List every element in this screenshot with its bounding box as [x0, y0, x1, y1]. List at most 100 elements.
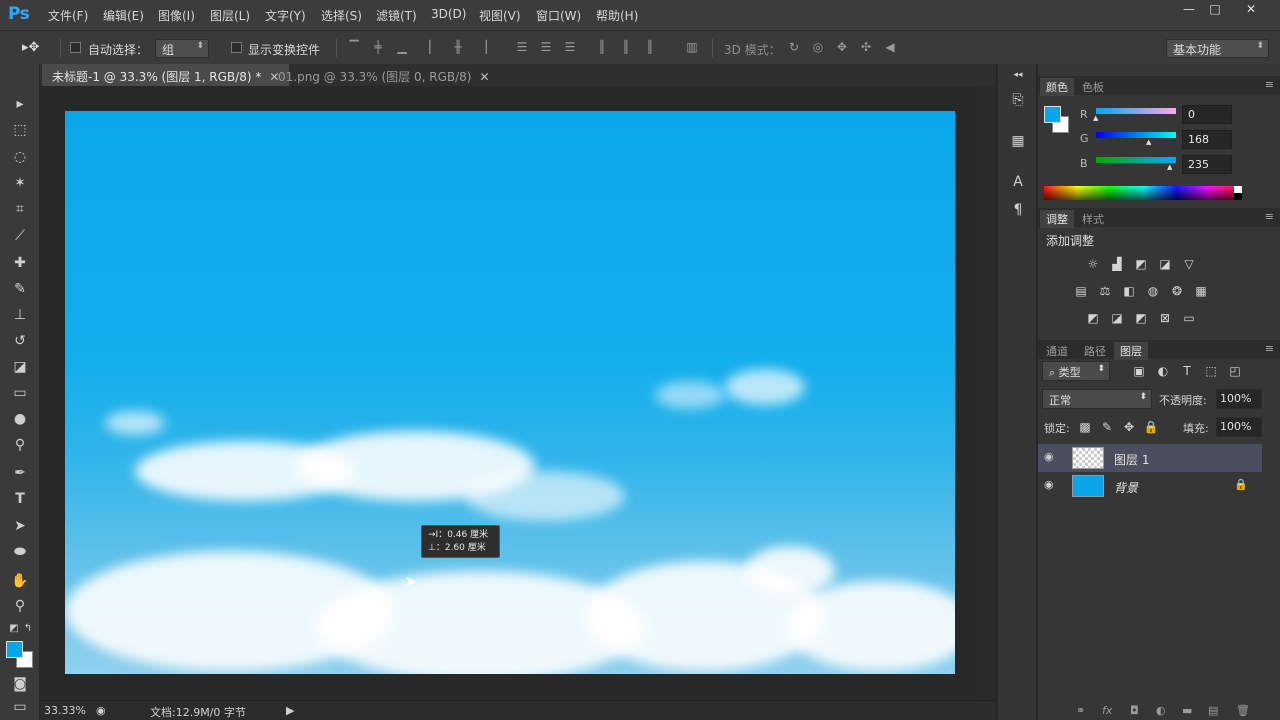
- maximize-button[interactable]: □: [1200, 0, 1230, 18]
- 3d-pan-icon[interactable]: ✥: [834, 40, 850, 55]
- close-tab-icon[interactable]: ✕: [479, 70, 489, 84]
- tab-adjustments[interactable]: 调整: [1040, 210, 1074, 228]
- threshold-icon[interactable]: ◩: [1132, 310, 1150, 326]
- distribute-top-icon[interactable]: ☰: [514, 40, 530, 55]
- show-transform-checkbox[interactable]: [231, 42, 242, 53]
- quick-mask-icon[interactable]: ◙: [8, 673, 32, 695]
- brightness-contrast-icon[interactable]: ☼: [1084, 256, 1102, 272]
- visibility-eye-icon[interactable]: ◉: [1044, 450, 1054, 463]
- doc-tab-01-png[interactable]: 01.png @ 33.3% (图层 0, RGB/8) ✕: [268, 64, 500, 86]
- eyedropper-tool-icon[interactable]: ⟋: [8, 225, 32, 247]
- healing-brush-tool-icon[interactable]: ✚: [8, 252, 32, 274]
- distribute-hcenter-icon[interactable]: ║: [618, 40, 634, 55]
- menu-file[interactable]: 文件(F): [48, 7, 88, 24]
- gradient-map-icon[interactable]: ⊠: [1156, 310, 1174, 326]
- move-tool-icon[interactable]: ▸: [8, 93, 32, 115]
- link-layers-icon[interactable]: ⚭: [1076, 704, 1085, 717]
- foreground-color-swatch[interactable]: [6, 641, 23, 658]
- distribute-left-icon[interactable]: ║: [594, 40, 610, 55]
- new-layer-icon[interactable]: ▤: [1208, 704, 1218, 717]
- tab-color[interactable]: 颜色: [1040, 78, 1074, 96]
- hue-saturation-icon[interactable]: ▤: [1072, 283, 1090, 299]
- status-menu-arrow-icon[interactable]: ▶: [286, 704, 294, 717]
- opacity-input[interactable]: 100%: [1216, 389, 1262, 409]
- menu-type[interactable]: 文字(Y): [265, 7, 306, 24]
- doc-tab-untitled[interactable]: 未标题-1 @ 33.3% (图层 1, RGB/8) * ✕: [42, 64, 290, 86]
- black-white-icon[interactable]: ◧: [1120, 283, 1138, 299]
- tab-channels[interactable]: 通道: [1040, 342, 1074, 360]
- blur-tool-icon[interactable]: ●: [8, 408, 32, 430]
- tab-styles[interactable]: 样式: [1076, 210, 1110, 228]
- posterize-icon[interactable]: ◪: [1108, 310, 1126, 326]
- hand-tool-icon[interactable]: ✋: [8, 570, 32, 592]
- blend-mode-dropdown[interactable]: 正常 ⬍: [1042, 389, 1152, 409]
- vibrance-icon[interactable]: ▽: [1180, 256, 1198, 272]
- spectrum-black-swatch[interactable]: [1234, 193, 1242, 200]
- lock-image-icon[interactable]: ✎: [1098, 419, 1116, 435]
- lock-position-icon[interactable]: ✥: [1120, 419, 1138, 435]
- menu-filter[interactable]: 滤镜(T): [376, 7, 417, 24]
- exposure-icon[interactable]: ◪: [1156, 256, 1174, 272]
- channel-mixer-icon[interactable]: ❂: [1168, 283, 1186, 299]
- move-tool-preset-icon[interactable]: ▸✥: [22, 40, 39, 55]
- canvas-area[interactable]: →I：0.46 厘米 ⊥：2.60 厘米 ➤: [40, 86, 996, 700]
- character-panel-icon[interactable]: A: [1006, 171, 1030, 193]
- new-group-icon[interactable]: ▬: [1182, 704, 1192, 717]
- slider-handle-icon[interactable]: ▲: [1093, 114, 1098, 122]
- color-balance-icon[interactable]: ⚖: [1096, 283, 1114, 299]
- sky-image-canvas[interactable]: [65, 111, 955, 674]
- fill-input[interactable]: 100%: [1216, 417, 1262, 437]
- panel-menu-icon[interactable]: ≡: [1265, 342, 1274, 355]
- marquee-tool-icon[interactable]: ⬚: [8, 119, 32, 141]
- align-right-icon[interactable]: ▕: [474, 40, 490, 55]
- new-adjustment-layer-icon[interactable]: ◐: [1156, 704, 1166, 717]
- menu-help[interactable]: 帮助(H): [596, 7, 638, 24]
- eraser-tool-icon[interactable]: ◪: [8, 356, 32, 378]
- tab-layers[interactable]: 图层: [1114, 342, 1148, 360]
- menu-image[interactable]: 图像(I): [158, 7, 195, 24]
- brush-tool-icon[interactable]: ✎: [8, 278, 32, 300]
- filter-smart-object-icon[interactable]: ◰: [1226, 363, 1244, 379]
- delete-layer-icon[interactable]: 🗑: [1236, 704, 1250, 717]
- tab-swatches[interactable]: 色板: [1076, 78, 1110, 96]
- channel-r-input[interactable]: 0: [1182, 105, 1232, 124]
- lock-all-icon[interactable]: 🔒: [1142, 419, 1160, 435]
- add-mask-icon[interactable]: ◘: [1130, 704, 1139, 717]
- filter-adjustment-icon[interactable]: ◐: [1154, 363, 1172, 379]
- color-lookup-icon[interactable]: ▦: [1192, 283, 1210, 299]
- history-panel-icon[interactable]: ⎘: [1006, 89, 1030, 111]
- screen-mode-icon[interactable]: ▭: [8, 696, 32, 718]
- workspace-dropdown[interactable]: 基本功能 ⬍: [1166, 39, 1269, 58]
- tab-paths[interactable]: 路径: [1078, 342, 1112, 360]
- layer-name[interactable]: 图层 1: [1114, 451, 1149, 468]
- collapse-dock-icon[interactable]: ◂◂: [1006, 64, 1030, 86]
- filter-pixel-icon[interactable]: ▣: [1130, 363, 1148, 379]
- photo-filter-icon[interactable]: ◍: [1144, 283, 1162, 299]
- slider-handle-icon[interactable]: ▲: [1167, 163, 1172, 171]
- visibility-eye-icon[interactable]: ◉: [1044, 478, 1054, 491]
- levels-icon[interactable]: ▟: [1108, 256, 1126, 272]
- layer-row[interactable]: ◉ 图层 1: [1038, 444, 1262, 472]
- ellipse-tool-icon[interactable]: ⬬: [8, 541, 32, 563]
- curves-icon[interactable]: ◩: [1132, 256, 1150, 272]
- type-tool-icon[interactable]: T: [8, 488, 32, 510]
- status-share-icon[interactable]: ◉: [96, 704, 106, 717]
- align-left-icon[interactable]: ▏: [426, 40, 442, 55]
- menu-view[interactable]: 视图(V): [479, 7, 521, 24]
- auto-select-dropdown[interactable]: 组 ⬍: [155, 39, 209, 58]
- filter-shape-icon[interactable]: ⬚: [1202, 363, 1220, 379]
- close-window-button[interactable]: ✕: [1236, 0, 1266, 18]
- align-vcenter-icon[interactable]: ╪: [370, 40, 386, 55]
- zoom-tool-icon[interactable]: ⚲: [8, 595, 32, 617]
- crop-tool-icon[interactable]: ⌗: [8, 198, 32, 220]
- channel-r-slider[interactable]: [1096, 108, 1176, 114]
- distribute-vcenter-icon[interactable]: ☰: [538, 40, 554, 55]
- 3d-orbit-icon[interactable]: ↻: [786, 40, 802, 55]
- zoom-level[interactable]: 33.33%: [44, 704, 86, 717]
- 3d-roll-icon[interactable]: ◎: [810, 40, 826, 55]
- selective-color-icon[interactable]: ▭: [1180, 310, 1198, 326]
- panel-menu-icon[interactable]: ≡: [1265, 78, 1274, 91]
- path-selection-tool-icon[interactable]: ➤: [8, 515, 32, 537]
- align-bottom-icon[interactable]: ▁: [394, 40, 410, 55]
- paragraph-panel-icon[interactable]: ¶: [1006, 199, 1030, 221]
